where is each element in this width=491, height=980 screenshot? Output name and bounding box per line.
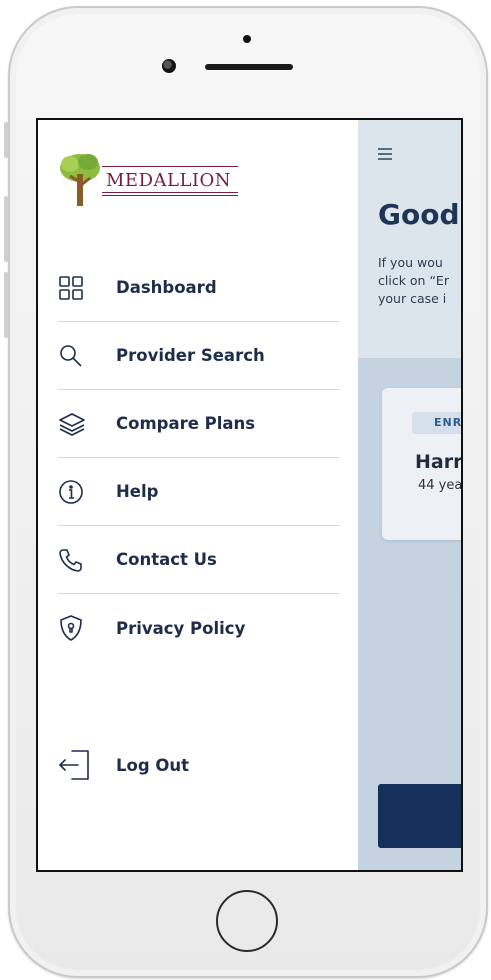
logout-icon xyxy=(58,747,98,783)
grid-icon xyxy=(58,273,98,303)
member-name: Harr xyxy=(415,451,463,473)
menu-item-contact-us[interactable]: Contact Us xyxy=(58,526,340,594)
menu-item-label: Compare Plans xyxy=(116,414,256,433)
drawer-menu: Dashboard Provider Search Compare Plans … xyxy=(58,254,340,662)
status-badge: ENR xyxy=(412,412,461,434)
logout-label: Log Out xyxy=(116,755,190,775)
primary-action-button[interactable] xyxy=(378,784,461,848)
enrollment-card[interactable]: ENR Harr 44 yea xyxy=(382,388,463,540)
menu-item-provider-search[interactable]: Provider Search xyxy=(58,322,340,390)
tree-logo-icon xyxy=(60,154,100,206)
search-icon xyxy=(58,341,98,371)
info-icon xyxy=(58,477,98,507)
logo-wordmark: MEDALLION xyxy=(106,170,232,191)
intro-line: click on “Er xyxy=(378,273,449,288)
hamburger-menu-icon[interactable] xyxy=(378,148,392,163)
medallion-logo: MEDALLION xyxy=(58,152,238,212)
menu-item-help[interactable]: Help xyxy=(58,458,340,526)
navigation-drawer: MEDALLION Dashboard Provider Search Comp… xyxy=(38,120,358,870)
front-sensor xyxy=(243,35,251,43)
member-age: 44 yea xyxy=(418,478,463,493)
mute-switch xyxy=(4,122,8,158)
menu-item-label: Privacy Policy xyxy=(116,618,246,638)
menu-item-label: Help xyxy=(116,482,159,501)
volume-up-button xyxy=(4,196,8,262)
logout-button[interactable]: Log Out xyxy=(58,730,340,800)
layers-icon xyxy=(58,409,98,439)
earpiece-speaker xyxy=(205,64,293,70)
phone-icon xyxy=(58,545,98,575)
menu-item-privacy-policy[interactable]: Privacy Policy xyxy=(58,594,340,662)
menu-item-label: Provider Search xyxy=(116,346,265,365)
home-button[interactable] xyxy=(216,890,278,952)
intro-line: your case i xyxy=(378,291,447,306)
background-app: Good If you wou click on “Er your case i… xyxy=(358,120,463,870)
menu-item-label: Contact Us xyxy=(116,550,217,569)
intro-line: If you wou xyxy=(378,255,443,270)
app-header-area: Good If you wou click on “Er your case i xyxy=(358,120,461,358)
phone-screen: Good If you wou click on “Er your case i… xyxy=(36,118,463,872)
menu-item-compare-plans[interactable]: Compare Plans xyxy=(58,390,340,458)
intro-text: If you wou click on “Er your case i xyxy=(378,254,461,308)
shield-icon xyxy=(58,613,98,643)
front-camera xyxy=(162,59,176,73)
volume-down-button xyxy=(4,272,8,338)
menu-item-label: Dashboard xyxy=(116,278,217,297)
menu-item-dashboard[interactable]: Dashboard xyxy=(58,254,340,322)
greeting-heading: Good xyxy=(378,198,460,231)
